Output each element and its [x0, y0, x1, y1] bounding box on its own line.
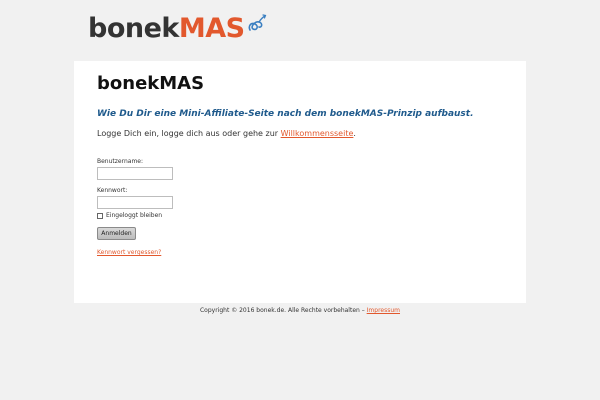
logo-text-dark: bonek — [88, 12, 179, 44]
intro-text-end: . — [353, 129, 356, 138]
pretzel-icon — [248, 14, 266, 31]
tagline: Wie Du Dir eine Mini-Affiliate-Seite nac… — [97, 109, 474, 119]
password-input[interactable] — [97, 196, 173, 209]
welcome-page-link[interactable]: Willkommensseite — [281, 129, 354, 138]
login-button[interactable]: Anmelden — [97, 227, 136, 240]
copyright-text: Copyright © 2016 bonek.de. Alle Rechte v… — [199, 307, 367, 314]
footer: Copyright © 2016 bonek.de. Alle Rechte v… — [0, 307, 600, 314]
site-logo[interactable]: bonek MAS — [88, 8, 267, 48]
page-title: bonekMAS — [97, 73, 205, 94]
remember-me[interactable]: Eingeloggt bleiben — [97, 212, 162, 219]
login-card: bonekMAS Wie Du Dir eine Mini-Affiliate-… — [74, 61, 526, 303]
password-label: Kennwort: — [97, 187, 128, 194]
imprint-link[interactable]: Impressum — [367, 307, 400, 314]
username-label: Benutzername: — [97, 158, 144, 165]
logo-text-accent: MAS — [178, 12, 245, 44]
forgot-password-link[interactable]: Kennwort vergessen? — [97, 249, 161, 256]
remember-label: Eingeloggt bleiben — [106, 212, 163, 219]
remember-checkbox[interactable] — [97, 212, 103, 219]
intro-text: Logge Dich ein, logge dich aus oder gehe… — [97, 129, 356, 138]
intro-text-start: Logge Dich ein, logge dich aus oder gehe… — [97, 129, 281, 138]
username-input[interactable] — [97, 167, 173, 180]
